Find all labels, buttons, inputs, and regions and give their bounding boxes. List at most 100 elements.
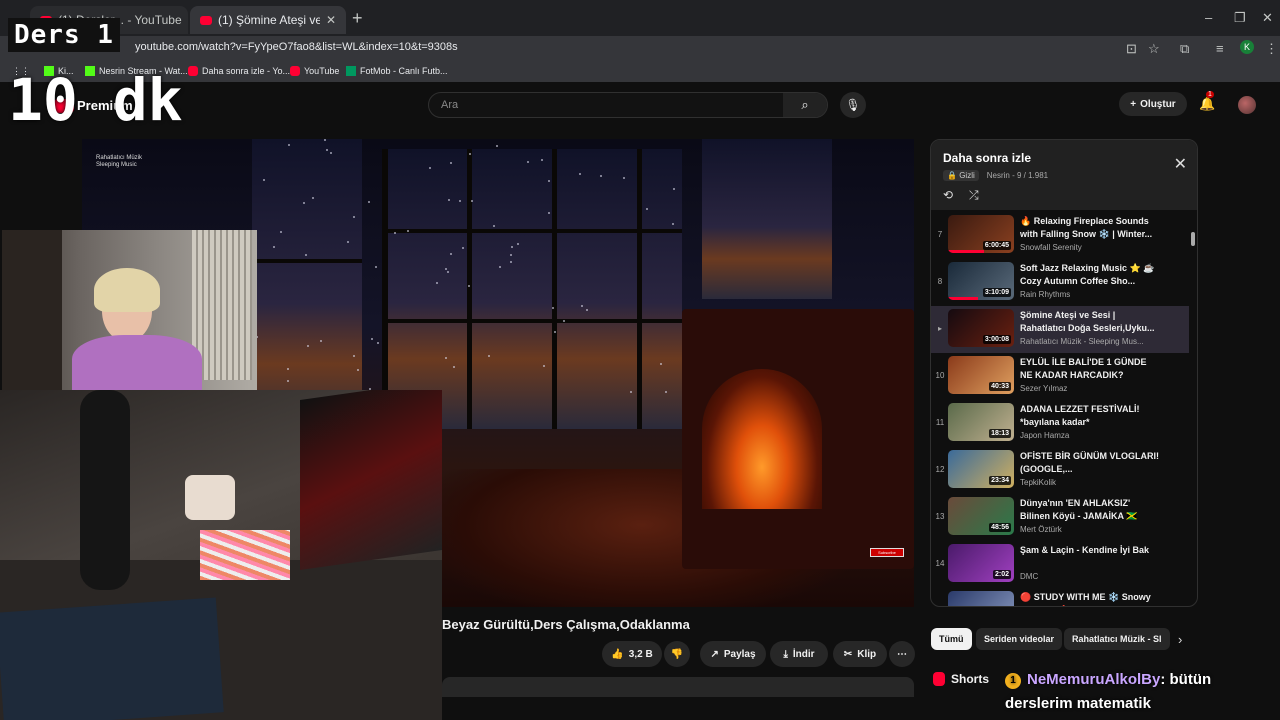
maximize-icon[interactable]: ❐ (1234, 10, 1246, 26)
playlist-item-title[interactable]: EYLÜL İLE BALİ'DE 1 GÜNDE NE KADAR HARCA… (1020, 356, 1160, 382)
snowflake (287, 379, 290, 382)
menu-icon[interactable]: ⋮ (1265, 41, 1278, 57)
url-field[interactable]: youtube.com/watch?v=FyYpeO7fao8&list=WL&… (135, 41, 458, 53)
playlist-item[interactable]: 12 23:34 OFİSTE BİR GÜNÜM VLOGLARI! (GOOGL… (931, 447, 1189, 494)
search-icon[interactable]: ⌕ (783, 93, 827, 117)
video-thumbnail[interactable]: 18:13 (948, 403, 1014, 441)
playlist-item[interactable]: 14 2:02 Şam & Laçin - Kendine İyi Bak DMC (931, 541, 1189, 588)
notifications-bell-icon[interactable]: 🔔 1 (1199, 91, 1215, 112)
playlist-item[interactable]: 11 18:13 ADANA LEZZET FESTİVALİ! *bayılana… (931, 400, 1189, 447)
filter-chip[interactable]: Seriden videolar (976, 628, 1063, 650)
close-icon[interactable]: ✕ (1174, 154, 1187, 174)
like-button[interactable]: 👍 3,2 B (602, 641, 662, 667)
playlist-index: 10 (935, 371, 945, 380)
playlist-item-channel[interactable]: Rain Rhythms (1020, 290, 1160, 299)
account-avatar[interactable] (1238, 96, 1256, 114)
search-input[interactable]: Ara (441, 99, 458, 111)
playlist-title[interactable]: Daha sonra izle (943, 151, 1031, 165)
playlist-item[interactable]: 10 40:33 EYLÜL İLE BALİ'DE 1 GÜNDE NE KADA… (931, 353, 1189, 400)
bookmark-star-icon[interactable]: ☆ (1148, 41, 1160, 57)
playlist-item[interactable]: 8 3:10:09 Soft Jazz Relaxing Music ⭐ ☕ Coz… (931, 259, 1189, 306)
playlist-item-channel[interactable]: Snowfall Serenity (1020, 243, 1160, 252)
chevron-right-icon[interactable]: › (1178, 632, 1182, 647)
bookmark-item[interactable]: YouTube (290, 66, 339, 76)
video-thumbnail[interactable]: 23:34 (948, 450, 1014, 488)
window-close-icon[interactable]: ✕ (1262, 10, 1273, 26)
video-thumbnail[interactable] (948, 591, 1014, 606)
window (702, 139, 832, 299)
playlist-item-title[interactable]: 🔥 Relaxing Fireplace Sounds with Falling… (1020, 215, 1160, 241)
browser-tab-active[interactable]: (1) Şömine Ateşi ve Sesi | Rahatl ✕ (190, 6, 346, 34)
create-button[interactable]: + Oluştur (1119, 92, 1187, 116)
new-tab-icon[interactable]: + (352, 8, 363, 29)
book (0, 597, 224, 720)
more-actions-button[interactable]: ⋯ (889, 641, 915, 667)
video-thumbnail[interactable]: 2:02 (948, 544, 1014, 582)
duration-badge: 3:00:08 (982, 335, 1011, 344)
snowflake (329, 152, 332, 155)
video-thumbnail[interactable]: 3:00:08 (948, 309, 1014, 347)
filter-chip[interactable]: Rahatlatıcı Müzik - Sl (1064, 628, 1170, 650)
duration-badge: 48:56 (989, 523, 1011, 532)
snowflake (542, 365, 545, 368)
video-thumbnail[interactable]: 40:33 (948, 356, 1014, 394)
profile-avatar[interactable]: K (1240, 40, 1254, 54)
shuffle-icon[interactable]: ⤮ (969, 188, 979, 203)
snowflake (585, 308, 588, 311)
stream-chat-message: 1 NeMemuruAlkolBy: bütün derslerim matema… (1005, 668, 1275, 716)
video-thumbnail[interactable]: 3:10:09 (948, 262, 1014, 300)
video-thumbnail[interactable]: 6:00:45 (948, 215, 1014, 253)
media-control-icon[interactable]: ≡ (1216, 41, 1224, 56)
video-thumbnail[interactable]: 48:56 (948, 497, 1014, 535)
search-box[interactable]: Ara ⌕ (428, 92, 828, 118)
download-button[interactable]: ⤓ İndir (770, 641, 828, 667)
watch-progress-bar (948, 297, 978, 300)
snowflake (553, 330, 556, 333)
playlist-item-channel[interactable]: Sezer Yılmaz (1020, 384, 1160, 393)
install-app-icon[interactable]: ⊡ (1126, 41, 1137, 57)
playlist-index: 7 (937, 230, 943, 239)
playlist-item[interactable]: 7 6:00:45 🔥 Relaxing Fireplace Sounds with… (931, 212, 1189, 259)
playlist-scrollbar[interactable] (1189, 212, 1197, 606)
snowflake (377, 342, 380, 345)
share-button[interactable]: ↗ Paylaş (700, 641, 766, 667)
playlist-item[interactable]: 13 48:56 Dünya'nın 'EN AHLAKSIZ' Bilinen K… (931, 494, 1189, 541)
watch-progress-bar (948, 250, 985, 253)
playlist-item-title[interactable]: OFİSTE BİR GÜNÜM VLOGLARI! (GOOGLE,... (1020, 450, 1160, 476)
playlist-item[interactable]: 15 🔴 STUDY WITH ME ❄️ Snowy Edition | 🔥 C… (931, 588, 1189, 606)
loop-icon[interactable]: ⟲ (943, 188, 953, 202)
fire (702, 369, 822, 509)
playlist-item-channel[interactable]: Rahatlatıcı Müzik - Sleeping Mus... (1020, 337, 1160, 346)
filter-chip[interactable]: Tümü (931, 628, 972, 650)
description-box[interactable] (442, 677, 914, 697)
playlist-item-title[interactable]: Dünya'nın 'EN AHLAKSIZ' Bilinen Köyü - J… (1020, 497, 1160, 523)
playlist-item-channel[interactable]: Japon Hamza (1020, 431, 1160, 440)
snowflake (492, 224, 495, 227)
clip-button[interactable]: ✂ Klip (833, 641, 887, 667)
scrollbar-thumb[interactable] (1191, 232, 1195, 246)
playlist-item-title[interactable]: Şam & Laçin - Kendine İyi Bak (1020, 544, 1160, 557)
bookmark-item[interactable]: FotMob - Canlı Futb... (346, 66, 448, 76)
window-frame (637, 149, 642, 429)
playlist-item-title[interactable]: Şömine Ateşi ve Sesi | Rahatlatıcı Doğa … (1020, 309, 1160, 335)
microphone-icon[interactable]: 🎙 (840, 92, 866, 118)
playlist-item-title[interactable]: ADANA LEZZET FESTİVALİ! *bayılana kadar* (1020, 403, 1160, 429)
playlist-item-channel[interactable]: DMC (1020, 572, 1160, 581)
playlist-item[interactable]: ▸ 3:00:08 Şömine Ateşi ve Sesi | Rahatlatı… (931, 306, 1189, 353)
minimize-icon[interactable]: – (1205, 10, 1212, 25)
extensions-icon[interactable]: ⧉ (1180, 41, 1189, 57)
fotmob-icon (346, 66, 356, 76)
snowflake (495, 145, 498, 148)
subscribe-watermark: Subscribe (870, 548, 904, 557)
chat-username: NeMemuruAlkolBy (1027, 671, 1161, 688)
playlist-item-title[interactable]: Soft Jazz Relaxing Music ⭐ ☕ Cozy Autumn… (1020, 262, 1160, 288)
duration-badge: 23:34 (989, 476, 1011, 485)
bookmark-item[interactable]: Daha sonra izle - Yo... (188, 66, 290, 76)
snowflake (659, 362, 662, 365)
close-icon[interactable]: ✕ (326, 13, 336, 27)
playlist-item-channel[interactable]: Mert Öztürk (1020, 525, 1160, 534)
dislike-button[interactable]: 👎 (664, 641, 690, 667)
playlist-item-title[interactable]: 🔴 STUDY WITH ME ❄️ Snowy Edition | 🔥 Coz… (1020, 591, 1160, 606)
playlist-item-channel[interactable]: TepkiKolik (1020, 478, 1160, 487)
window-frame (382, 149, 388, 429)
